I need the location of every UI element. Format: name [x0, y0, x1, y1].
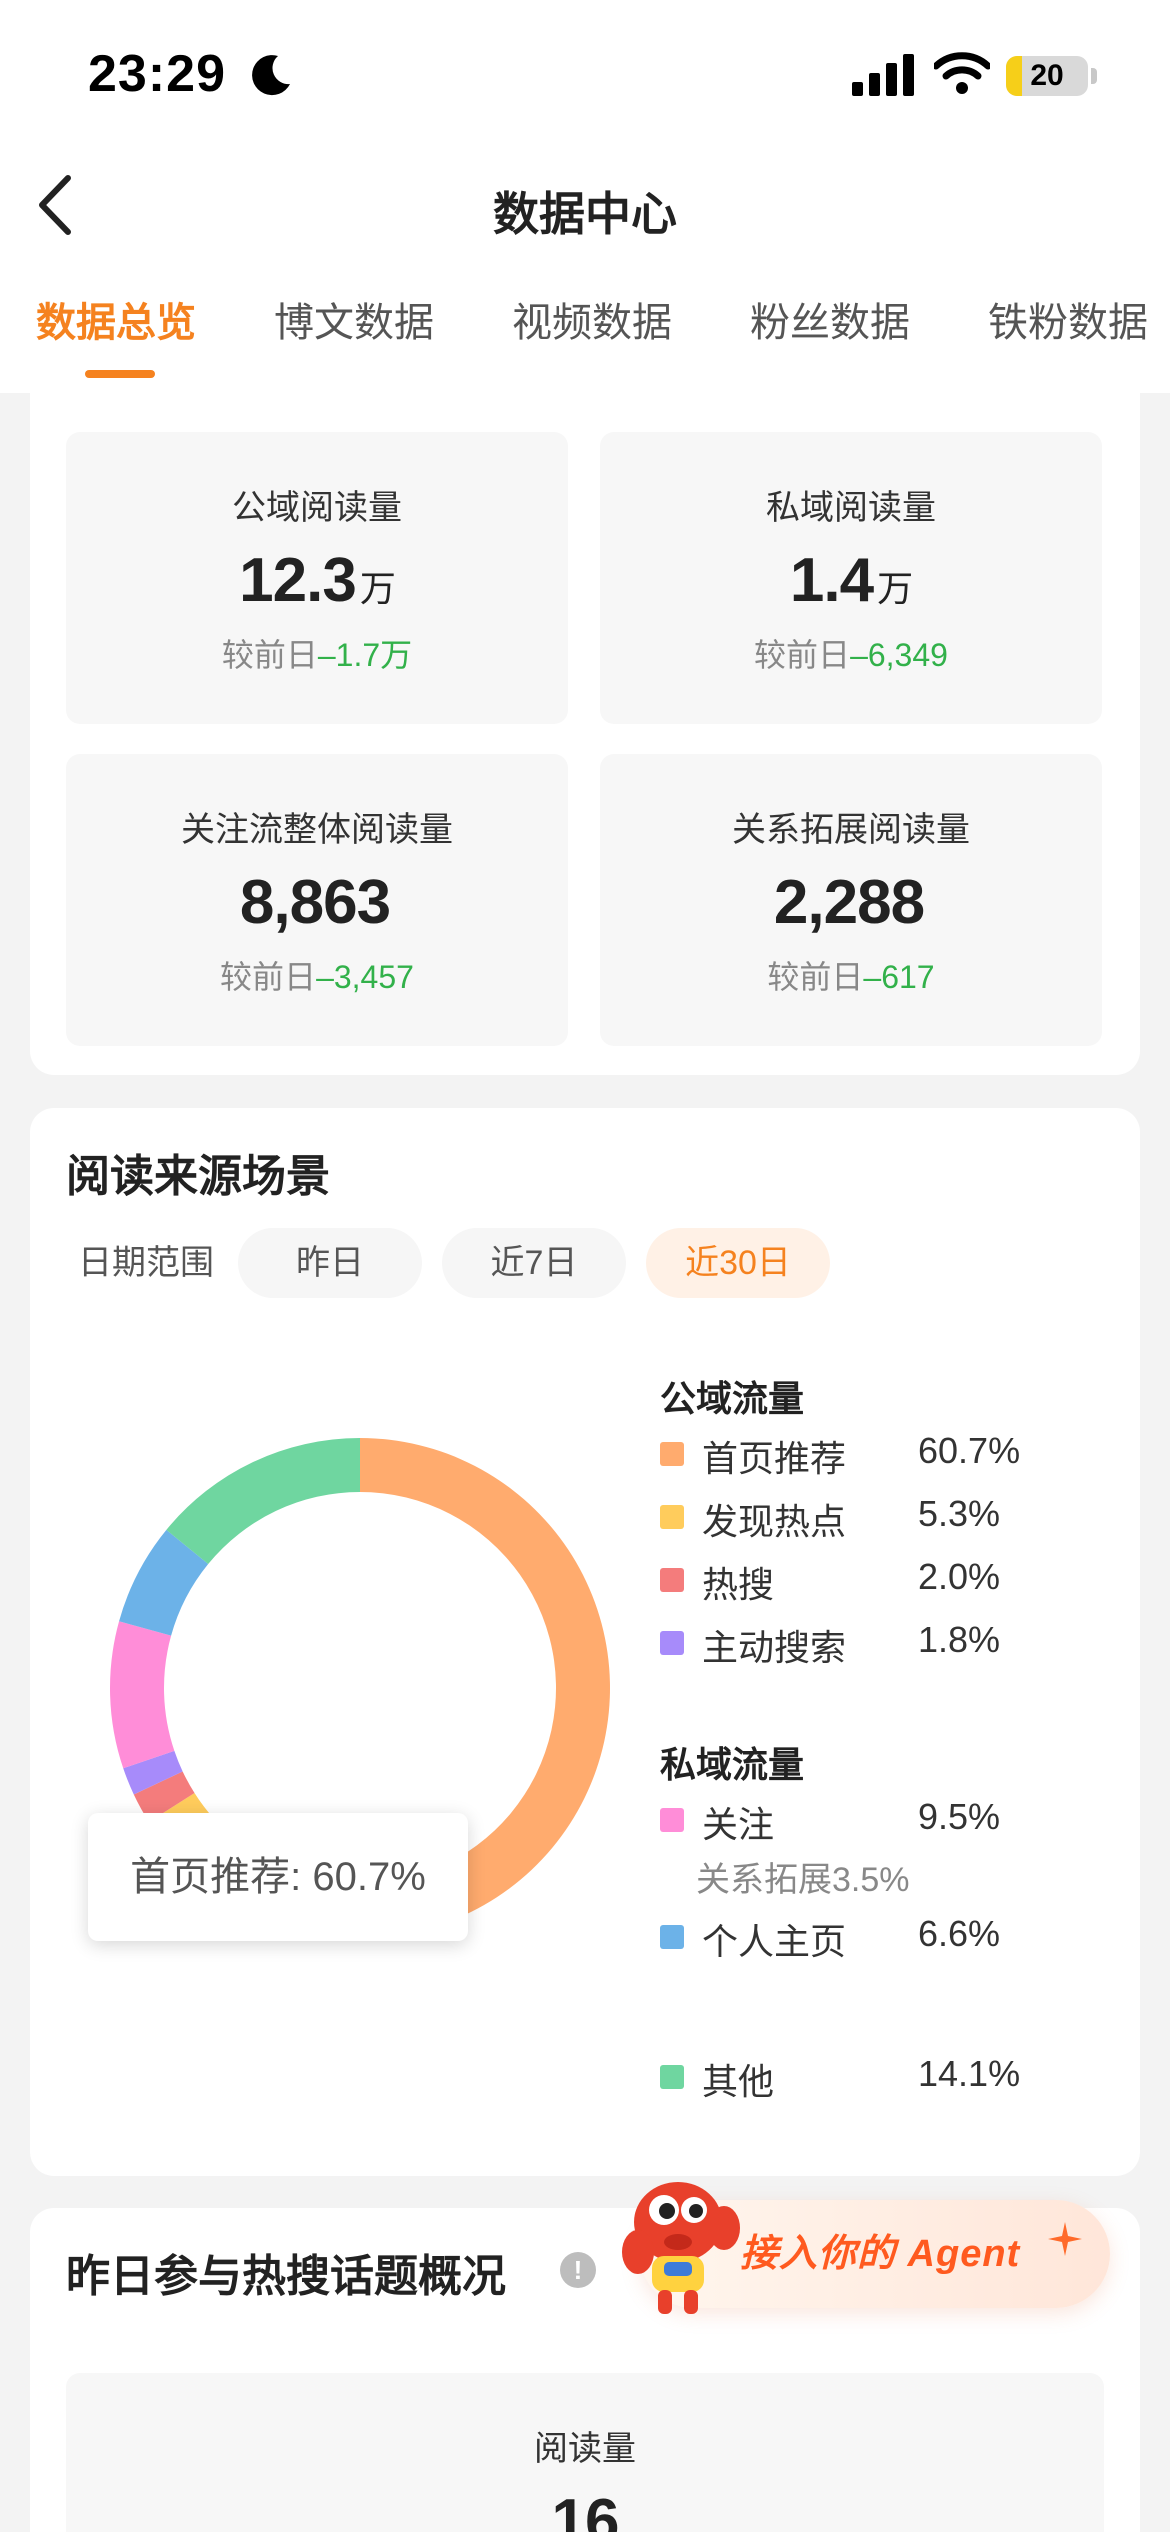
- legend-name: 发现热点: [702, 1501, 847, 1542]
- stat-label: 公域阅读量: [232, 489, 402, 527]
- stat-compare: 较前日–6,349: [754, 637, 948, 673]
- range-7days[interactable]: 近7日: [442, 1228, 626, 1298]
- top-bar: 23:29 20 数据中心 数据总览 博文数据 视频数据 粉丝数据 铁粉数据: [0, 0, 1170, 393]
- wifi-icon: [934, 52, 990, 94]
- legend-percent: 14.1%: [918, 2053, 1021, 2094]
- stat-label: 私域阅读量: [766, 489, 936, 527]
- legend-percent: 2.0%: [918, 1556, 1001, 1597]
- legend-name: 个人主页: [702, 1921, 847, 1962]
- stat-label: 关系拓展阅读量: [732, 811, 970, 849]
- status-time: 23:29: [88, 45, 226, 103]
- battery-percent: 20: [1030, 59, 1064, 92]
- stat-value: 2,288: [773, 868, 925, 937]
- legend-item[interactable]: 首页推荐 60.7%: [660, 1426, 1080, 1479]
- section-title: 阅读来源场景: [66, 1152, 330, 1201]
- stat-value: 1.4 万: [789, 546, 913, 615]
- legend-swatch: [660, 1631, 684, 1655]
- battery-tip: [1091, 68, 1097, 84]
- tab-iron-fans[interactable]: 铁粉数据: [988, 290, 1148, 348]
- tab-overview[interactable]: 数据总览: [36, 290, 196, 348]
- agent-label: 接入你的 Agent: [740, 2233, 1021, 2275]
- page-title: 数据中心: [493, 188, 677, 240]
- stat-value: 16: [551, 2487, 620, 2532]
- donut-slice-4[interactable]: [109, 1621, 175, 1769]
- legend-percent: 9.5%: [918, 1796, 1001, 1837]
- legend-name: 主动搜索: [702, 1627, 847, 1668]
- legend-item[interactable]: 关注 9.5%: [660, 1792, 1080, 1845]
- legend-name: 关注: [702, 1804, 775, 1845]
- legend-public-title: 公域流量: [660, 1378, 805, 1419]
- legend-percent: 1.8%: [918, 1619, 1001, 1660]
- legend-private-title: 私域流量: [660, 1744, 805, 1785]
- chart-tooltip: 首页推荐: 60.7%: [88, 1813, 468, 1941]
- stat-value: 8,863: [239, 868, 391, 937]
- stat-public-reads[interactable]: 公域阅读量 12.3 万 较前日–1.7万: [66, 432, 568, 724]
- legend-sub-note: 关系拓展3.5%: [696, 1861, 910, 1899]
- tab-videos[interactable]: 视频数据: [512, 290, 672, 348]
- section-title: 昨日参与热搜话题概况: [66, 2252, 506, 2301]
- moon-icon: [252, 55, 290, 96]
- legend-name: 首页推荐: [702, 1438, 847, 1479]
- sparkle-icon: [1048, 2222, 1082, 2256]
- legend-item[interactable]: 主动搜索 1.8%: [660, 1615, 1080, 1668]
- stat-follow-feed-reads[interactable]: 关注流整体阅读量 8,863 较前日–3,457: [66, 754, 568, 1046]
- page: 23:29 20 数据中心 数据总览 博文数据 视频数据 粉丝数据 铁粉数据 公…: [0, 0, 1170, 2532]
- hot-read-stat[interactable]: 阅读量 16: [66, 2373, 1104, 2532]
- legend-swatch: [660, 1442, 684, 1466]
- range-30days[interactable]: 近30日: [646, 1228, 830, 1298]
- mascot-icon: [622, 2182, 740, 2314]
- stats-card: 公域阅读量 12.3 万 较前日–1.7万 私域阅读量 1.4 万 较前日–6,34…: [30, 340, 1140, 1075]
- legend-swatch: [660, 1568, 684, 1592]
- tab-fans[interactable]: 粉丝数据: [750, 290, 910, 348]
- legend-swatch: [660, 1808, 684, 1832]
- stat-value: 12.3 万: [239, 546, 396, 615]
- read-source-card: 阅读来源场景 日期范围 昨日 近7日 近30日 首页推荐: 60.7% 公域流量…: [30, 1108, 1140, 2176]
- legend-name: 其他: [702, 2061, 775, 2102]
- legend-swatch: [660, 1505, 684, 1529]
- donut-slice-6[interactable]: [166, 1438, 360, 1565]
- date-range-label: 日期范围: [78, 1244, 214, 1282]
- legend-item[interactable]: 个人主页 6.6%: [660, 1909, 1080, 1962]
- stat-compare: 较前日–1.7万: [221, 637, 413, 673]
- tab-posts[interactable]: 博文数据: [274, 290, 434, 348]
- info-icon[interactable]: !: [560, 2252, 596, 2288]
- legend-swatch: [660, 2065, 684, 2089]
- tab-active-indicator: [85, 370, 155, 378]
- legend-percent: 6.6%: [918, 1913, 1001, 1954]
- legend-swatch: [660, 1925, 684, 1949]
- battery-indicator: 20: [1006, 56, 1088, 96]
- stat-label: 阅读量: [534, 2430, 636, 2468]
- cellular-signal-icon: [852, 54, 914, 96]
- legend-percent: 5.3%: [918, 1493, 1001, 1534]
- range-yesterday[interactable]: 昨日: [238, 1228, 422, 1298]
- legend-name: 热搜: [702, 1564, 775, 1605]
- stat-label: 关注流整体阅读量: [181, 811, 453, 849]
- legend-item[interactable]: 热搜 2.0%: [660, 1552, 1080, 1605]
- tab-bar: 数据总览 博文数据 视频数据 粉丝数据 铁粉数据: [0, 290, 1170, 380]
- stat-private-reads[interactable]: 私域阅读量 1.4 万 较前日–6,349: [600, 432, 1102, 724]
- stat-compare: 较前日–3,457: [220, 959, 414, 995]
- legend-percent: 60.7%: [918, 1430, 1021, 1471]
- legend-item[interactable]: 其他 14.1%: [660, 2049, 1080, 2102]
- stat-relation-reads[interactable]: 关系拓展阅读量 2,288 较前日–617: [600, 754, 1102, 1046]
- legend-item[interactable]: 发现热点 5.3%: [660, 1489, 1080, 1542]
- stat-compare: 较前日–617: [767, 959, 935, 995]
